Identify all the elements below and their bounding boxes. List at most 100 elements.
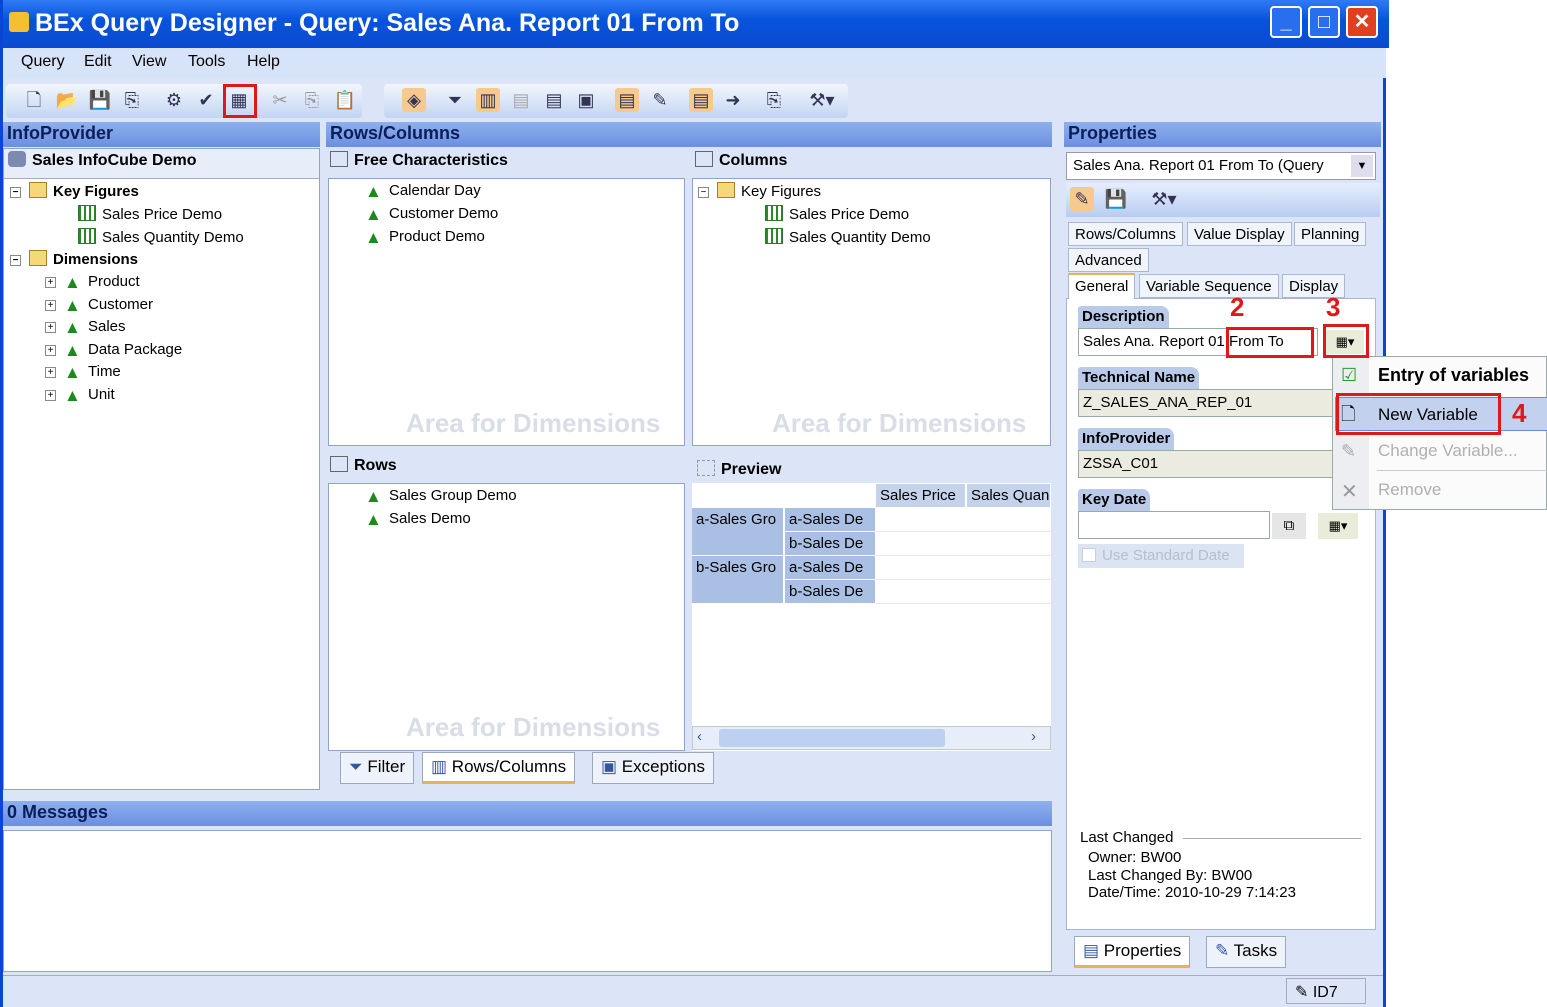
cut-icon[interactable]: ✂ [268,88,292,112]
maximize-button[interactable]: □ [1308,6,1340,38]
tree-item[interactable]: ▲ Product Demo [365,228,485,247]
messages-icon[interactable]: ▤ [689,88,713,112]
tree-item[interactable]: Sales Quantity Demo [78,228,244,246]
menu-change-variable[interactable]: Change Variable... [1378,441,1518,461]
tree-key-figures-node[interactable]: − Key Figures [698,182,821,200]
rows-columns-icon[interactable]: ▥ [476,88,500,112]
menu-tools[interactable]: Tools [188,53,225,71]
copy-icon[interactable]: ⎘ [300,88,324,112]
tree-item[interactable]: + ▲ Time [45,363,121,382]
tools-dropdown-icon[interactable]: ⚒▾ [1144,187,1184,211]
chevron-down-icon[interactable]: ▼ [1351,155,1373,177]
open-icon[interactable]: 📂 [55,88,79,112]
tree-item[interactable]: + ▲ Sales [45,318,126,337]
tree-item[interactable]: ▲ Sales Group Demo [365,487,517,506]
tasks-icon[interactable]: ✎ [648,88,672,112]
new-icon[interactable]: 🗋 [22,88,46,112]
save-icon[interactable]: 💾 [1104,187,1128,211]
tree-item[interactable]: ▲ Customer Demo [365,205,498,224]
free-characteristics-title: Free Characteristics [330,151,508,170]
minimize-button[interactable]: _ [1270,6,1302,38]
key-figure-icon [78,205,96,221]
highlight-box-2 [1226,327,1314,358]
check-query-icon[interactable]: ✔ [194,88,218,112]
conditions-icon[interactable]: ▤ [542,88,566,112]
menu-help[interactable]: Help [247,53,280,71]
filter-icon[interactable]: ⏷ [443,88,467,112]
edit-icon[interactable]: ✎ [1070,187,1094,211]
paste-icon[interactable]: 📋 [333,88,357,112]
save-all-icon[interactable]: ⎘ [120,88,144,112]
tab-value-display[interactable]: Value Display [1187,222,1292,246]
tab-rows-columns[interactable]: Rows/Columns [1068,222,1183,246]
tab-exceptions[interactable]: ▣ Exceptions [592,752,714,784]
scroll-left-icon[interactable]: ‹ [697,728,702,745]
tab-properties[interactable]: ▤ Properties [1074,936,1191,968]
tab-advanced[interactable]: Advanced [1068,248,1149,272]
tree-item[interactable]: Sales Price Demo [765,205,909,223]
scroll-right-icon[interactable]: › [1031,728,1036,745]
annotation-4: 4 [1512,398,1527,428]
tree-item[interactable]: + ▲ Customer [45,296,153,315]
infoprovider-view-icon[interactable]: ◈ [402,88,426,112]
divider [1183,838,1361,839]
technical-name-field[interactable]: Z_SALES_ANA_REP_01 [1078,389,1338,417]
menu-view[interactable]: View [132,53,166,71]
close-button[interactable]: ✕ [1346,6,1378,38]
publish-icon[interactable]: ⚙ [162,88,186,112]
tools-dropdown-icon[interactable]: ⚒▾ [805,88,839,112]
cells-icon[interactable]: ▤ [509,88,533,112]
preview-row-header: b-Sales Gro [692,556,784,604]
key-date-input[interactable] [1078,511,1270,539]
rows-title: Rows [330,456,397,475]
dimension-icon: ▲ [64,386,81,405]
columns-title: Columns [695,151,787,170]
tree-dimensions[interactable]: − Dimensions [10,250,138,268]
status-bar: ✎ ID7 [3,975,1383,1007]
technical-names-icon[interactable]: ⎘ [762,88,786,112]
preview-row-header: a-Sales De [785,508,876,532]
exceptions-icon[interactable]: ▣ [574,88,598,112]
dimension-icon: ▲ [64,363,81,382]
free-char-icon [330,151,348,167]
rows-icon [330,456,348,472]
technical-name-label: Technical Name [1078,367,1200,389]
tree-item[interactable]: Sales Price Demo [78,205,222,223]
tree-item[interactable]: + ▲ Data Package [45,341,182,360]
tab-planning[interactable]: Planning [1294,222,1367,246]
where-used-icon[interactable]: ➜ [721,88,745,112]
tree-item[interactable]: ▲ Sales Demo [365,510,471,529]
tab-rows-columns[interactable]: ▥ Rows/Columns [422,752,576,784]
tab-variable-sequence[interactable]: Variable Sequence [1139,274,1279,298]
tree-item[interactable]: + ▲ Product [45,273,140,292]
last-changed-by-text: Last Changed By: BW00 [1088,867,1253,884]
preview-row-header: a-Sales Gro [692,508,784,556]
properties-object-selector[interactable]: Sales Ana. Report 01 From To (Query ▼ [1066,152,1376,180]
checkbox-icon[interactable] [1082,548,1096,562]
key-date-picker-button[interactable]: ⧉ [1272,513,1306,539]
save-icon[interactable]: 💾 [88,88,112,112]
menu-entry-of-variables[interactable]: Entry of variables [1378,365,1529,386]
preview-cells [876,508,1051,604]
key-date-variable-button[interactable]: ▦▾ [1318,513,1358,539]
menu-edit[interactable]: Edit [84,53,112,71]
properties-icon[interactable]: ▤ [615,88,639,112]
last-changed-label: Last Changed [1080,829,1174,846]
menu-separator [1377,470,1547,471]
preview-hscrollbar[interactable]: ‹ › [692,726,1051,750]
tree-item[interactable]: ▲ Calendar Day [365,182,481,201]
tree-key-figures[interactable]: − Key Figures [10,182,139,200]
tab-filter[interactable]: ⏷ Filter [340,752,415,784]
entry-variables-icon: ☑ [1341,365,1358,385]
scroll-thumb[interactable] [719,729,945,747]
characteristic-icon: ▲ [365,228,382,247]
tree-item[interactable]: + ▲ Unit [45,386,115,405]
tab-tasks[interactable]: ✎ Tasks [1206,936,1287,968]
menu-remove[interactable]: Remove [1378,480,1441,500]
tab-general[interactable]: General [1068,273,1136,299]
use-standard-date-checkbox[interactable]: Use Standard Date [1078,544,1244,568]
menu-query[interactable]: Query [21,53,65,71]
dimension-icon: ▲ [64,318,81,337]
tree-item[interactable]: Sales Quantity Demo [765,228,931,246]
area-watermark: Area for Dimensions [406,408,661,438]
